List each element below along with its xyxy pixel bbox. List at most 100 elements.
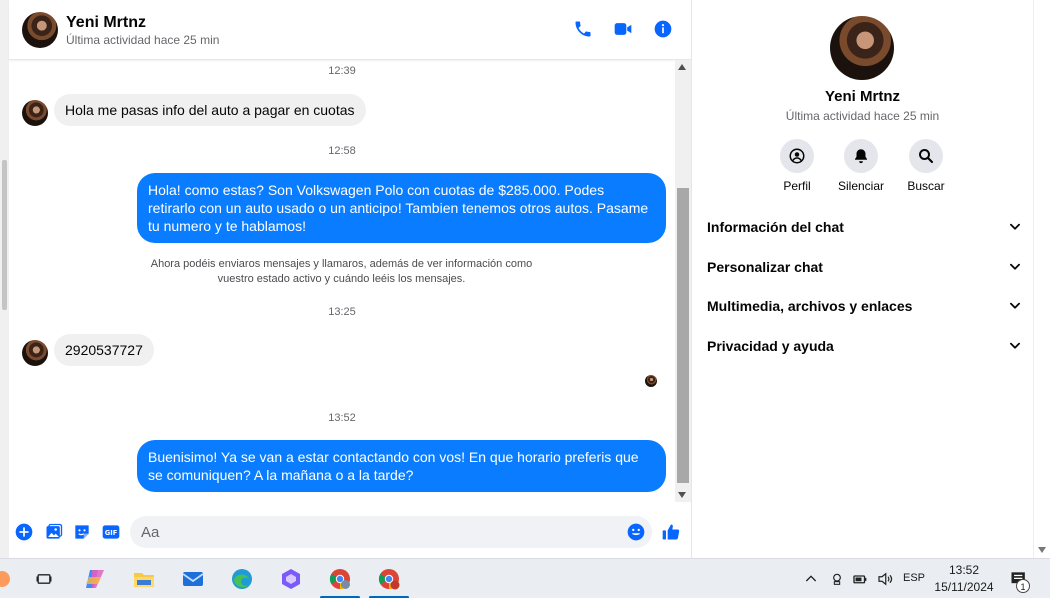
section-title: Personalizar chat (707, 259, 823, 275)
speaker-icon (878, 572, 893, 586)
chrome-profile-2-button[interactable] (375, 565, 403, 593)
search-action-button[interactable]: Buscar (891, 139, 961, 193)
conversation-info-button[interactable] (652, 18, 674, 40)
incoming-message[interactable]: Hola me pasas info del auto a pagar en c… (54, 94, 366, 126)
mail-icon (182, 572, 204, 586)
like-button[interactable] (660, 521, 682, 543)
message-input[interactable] (130, 516, 610, 548)
page-scrollbar[interactable] (1033, 0, 1050, 558)
timestamp: 13:25 (328, 306, 356, 318)
timestamp: 12:58 (328, 145, 356, 157)
read-receipt-avatar (645, 375, 657, 387)
chevron-down-icon (1010, 302, 1020, 309)
thumbs-up-icon (662, 524, 680, 540)
chevron-down-icon (1010, 342, 1020, 349)
profile-action-label: Perfil (783, 179, 811, 193)
audio-call-button[interactable] (572, 18, 594, 40)
scroll-down-arrow-icon[interactable] (1038, 547, 1046, 553)
chevron-up-icon (805, 575, 817, 582)
profile-name[interactable]: Yeni Mrtnz (692, 88, 1033, 105)
mail-button[interactable] (179, 565, 207, 593)
video-camera-icon (614, 23, 632, 35)
contact-avatar[interactable] (22, 12, 58, 48)
chevron-down-icon (1010, 223, 1020, 230)
chevron-down-icon (1010, 263, 1020, 270)
sender-avatar[interactable] (22, 100, 48, 126)
contact-name[interactable]: Yeni Mrtnz (66, 14, 146, 32)
chat-header: Yeni Mrtnz Última actividad hace 25 min (9, 0, 691, 60)
svg-text:GIF: GIF (105, 529, 118, 537)
folder-icon (134, 573, 154, 587)
message-scrollbar[interactable] (675, 60, 691, 502)
message-list[interactable]: 12:39 Hola me pasas info del auto a paga… (9, 60, 675, 515)
left-scrollbar[interactable] (0, 0, 9, 558)
clock-time[interactable]: 13:52 (930, 563, 998, 577)
left-scrollbar-thumb[interactable] (2, 160, 7, 310)
screen: Yeni Mrtnz Última actividad hace 25 min … (0, 0, 1050, 598)
chrome-icon (329, 569, 350, 590)
profile-action-button[interactable]: Perfil (762, 139, 832, 193)
scroll-up-arrow-icon[interactable] (678, 64, 686, 70)
section-title: Información del chat (707, 219, 844, 235)
search-action-circle[interactable] (909, 139, 943, 173)
scrollbar-thumb[interactable] (677, 188, 689, 483)
mute-action-label: Silenciar (837, 179, 885, 193)
gif-icon: GIF (102, 525, 120, 539)
battery-button[interactable] (847, 565, 873, 593)
more-actions-button[interactable] (13, 521, 35, 543)
sun-icon (0, 571, 10, 587)
scroll-down-arrow-icon[interactable] (678, 492, 686, 498)
section-privacy-help[interactable]: Privacidad y ayuda (707, 331, 1022, 361)
timestamp: 12:39 (328, 65, 356, 77)
outgoing-message[interactable]: Hola! como estas? Son Volkswagen Polo co… (137, 173, 666, 243)
mute-action-button[interactable]: Silenciar (826, 139, 896, 193)
emoji-icon[interactable] (626, 522, 646, 542)
video-call-button[interactable] (612, 18, 634, 40)
copilot-icon (86, 570, 104, 588)
bell-icon (855, 149, 867, 164)
contact-status: Última actividad hace 25 min (66, 33, 220, 47)
search-icon (919, 149, 934, 164)
section-customize-chat[interactable]: Personalizar chat (707, 252, 1022, 282)
weather-widget[interactable] (0, 565, 16, 593)
search-action-label: Buscar (907, 179, 945, 193)
profile-status: Última actividad hace 25 min (785, 109, 940, 123)
m365-icon (282, 569, 300, 589)
privacy-notice: Ahora podéis enviaros mensajes y llamaro… (150, 258, 533, 285)
mute-action-circle[interactable] (844, 139, 878, 173)
gif-button[interactable]: GIF (100, 521, 122, 543)
sticker-icon (75, 525, 89, 539)
attach-photo-button[interactable] (43, 521, 65, 543)
message-input-wrapper (130, 516, 652, 548)
phone-icon (575, 21, 591, 37)
photo-icon (46, 523, 63, 539)
show-hidden-icons-button[interactable] (798, 565, 824, 593)
section-title: Multimedia, archivos y enlaces (707, 298, 913, 314)
notification-count-badge: 1 (1016, 579, 1030, 593)
tray-app-icon (833, 573, 841, 585)
task-view-icon (36, 574, 52, 584)
profile-action-circle[interactable] (780, 139, 814, 173)
chrome-profile-1-button[interactable] (326, 565, 354, 593)
chat-details-panel: Yeni Mrtnz Última actividad hace 25 min … (692, 0, 1033, 558)
file-explorer-button[interactable] (130, 565, 158, 593)
incoming-message[interactable]: 2920537727 (54, 334, 154, 366)
clock-date[interactable]: 15/11/2024 (930, 580, 998, 594)
section-media-files-links[interactable]: Multimedia, archivos y enlaces (707, 291, 1022, 321)
section-chat-info[interactable]: Información del chat (707, 212, 1022, 242)
edge-browser-button[interactable] (228, 565, 256, 593)
input-language-indicator[interactable]: ESP (898, 572, 930, 584)
section-title: Privacidad y ayuda (707, 338, 834, 354)
chrome-icon (378, 569, 400, 590)
task-view-button[interactable] (30, 565, 58, 593)
battery-plug-icon (853, 575, 867, 584)
profile-avatar[interactable] (830, 16, 894, 80)
outgoing-message[interactable]: Buenisimo! Ya se van a estar contactando… (137, 440, 666, 492)
copilot-button[interactable] (81, 565, 109, 593)
sticker-button[interactable] (71, 521, 93, 543)
plus-circle-icon (15, 523, 33, 541)
sender-avatar[interactable] (22, 340, 48, 366)
volume-button[interactable] (872, 565, 898, 593)
microsoft-365-button[interactable] (277, 565, 305, 593)
windows-taskbar: ESP 13:52 15/11/2024 1 (0, 558, 1050, 598)
